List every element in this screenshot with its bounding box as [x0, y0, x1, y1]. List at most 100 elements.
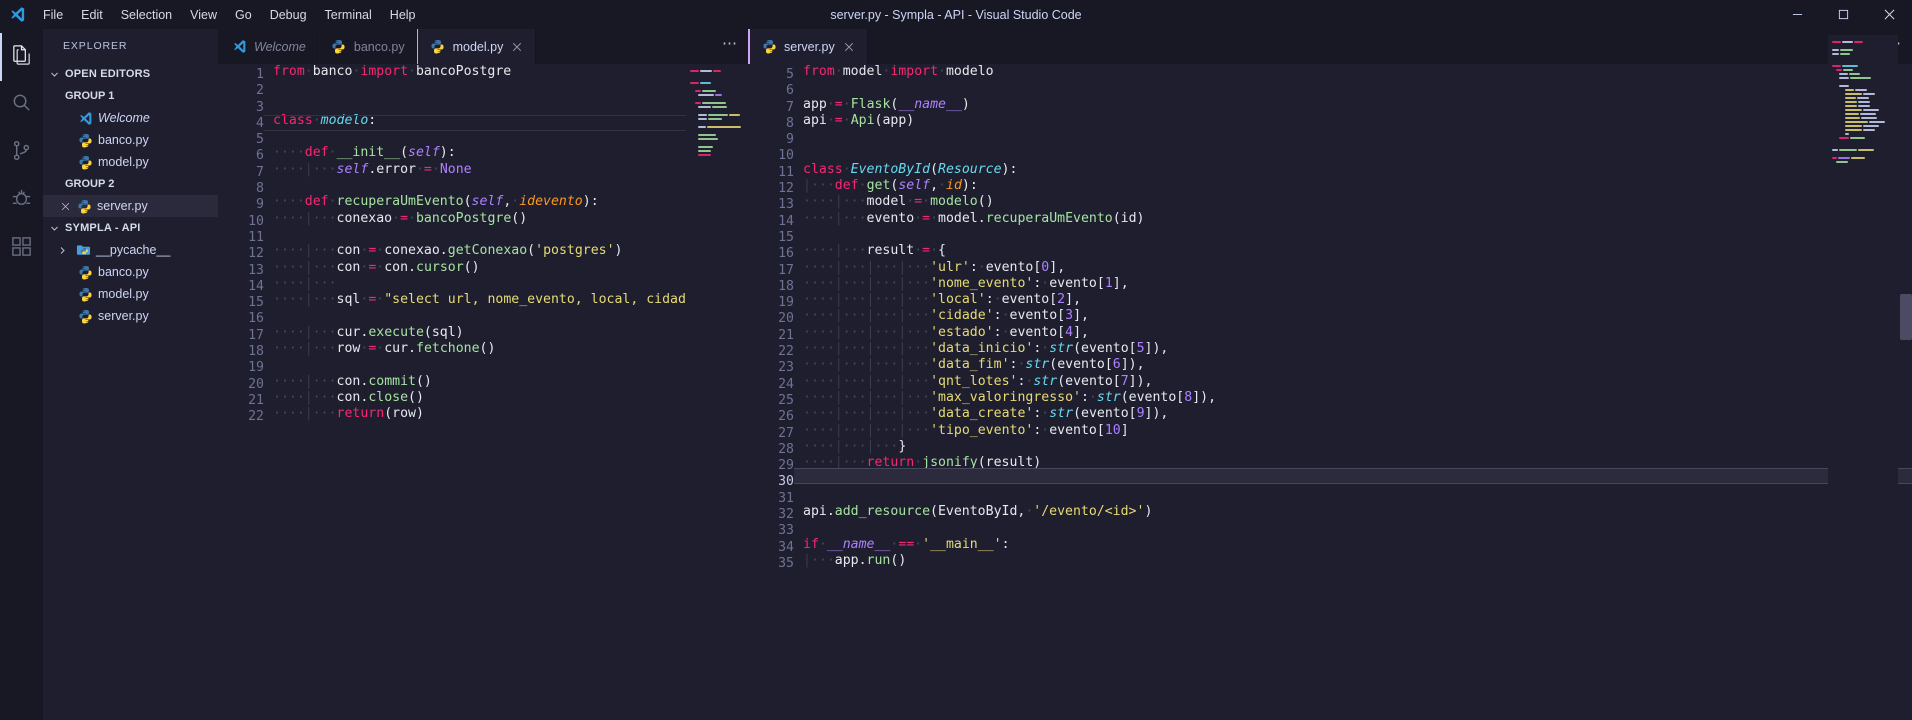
tab-model-py-label: model.py	[452, 39, 504, 54]
vscode-logo-icon	[231, 39, 247, 55]
code-line: |···app.run()	[803, 552, 907, 568]
activity-extensions[interactable]	[0, 225, 43, 273]
folder-pycache[interactable]: __pycache__	[43, 239, 218, 261]
menu-bar[interactable]: File Edit Selection View Go Debug Termin…	[34, 4, 425, 26]
code-line: ····|···	[273, 275, 337, 291]
activity-search[interactable]	[0, 81, 43, 129]
extensions-icon	[10, 235, 33, 263]
activity-explorer[interactable]	[0, 33, 43, 81]
activity-source-control[interactable]	[0, 129, 43, 177]
close-icon[interactable]	[842, 42, 856, 52]
code-line: ····|···cur.execute(sql)	[273, 324, 464, 340]
menu-view[interactable]: View	[181, 4, 226, 26]
editor-content-server-py[interactable]: 5 6 7 8 9 10 11 12 13 14 15 16 17 18 19 20 21 22 23 24 25 2…	[748, 64, 1912, 720]
tab-server-py-label: server.py	[784, 39, 835, 54]
code-line: ····|···|···|···'tipo_evento':·evento[10…	[803, 422, 1129, 438]
workbench-body: EXPLORER OPEN EDITORS GROUP 1 Welcome ba…	[0, 29, 1912, 720]
tab-actions-group-1[interactable]: ⋯	[722, 29, 748, 64]
close-icon[interactable]	[510, 42, 524, 52]
code-content-model-py[interactable]: from·banco·import·bancoPostgre class·mod…	[264, 64, 686, 720]
python-icon	[77, 154, 93, 170]
minimap-lines	[1832, 41, 1894, 165]
tab-welcome[interactable]: Welcome	[218, 29, 318, 64]
tab-bar-group-1: Welcome banco.py model.py ⋯	[218, 29, 748, 64]
code-line: ····|···|···|···'local':·evento[2],	[803, 292, 1082, 308]
menu-go[interactable]: Go	[226, 4, 261, 26]
editor-group-1: Welcome banco.py model.py ⋯ 1 2 3 4 5 6 …	[218, 29, 748, 720]
python-icon	[77, 264, 93, 280]
menu-debug[interactable]: Debug	[261, 4, 316, 26]
open-editor-model-py-label: model.py	[98, 155, 149, 169]
python-icon	[77, 308, 93, 324]
file-banco-py[interactable]: banco.py	[43, 261, 218, 283]
activity-bar[interactable]	[0, 29, 43, 720]
title-bar: File Edit Selection View Go Debug Termin…	[0, 0, 1912, 29]
folder-python-icon	[75, 242, 91, 258]
editor-content-model-py[interactable]: 12345678 9 10 11 12 13 14 15 16 17 18 19 20 21 22 fr…	[218, 64, 748, 720]
section-open-editors[interactable]: OPEN EDITORS	[43, 63, 218, 85]
python-icon	[76, 198, 92, 214]
line-numbers-group-1: 12345678 9 10 11 12 13 14 15 16 17 18 19 20 21 22	[248, 67, 264, 425]
menu-edit[interactable]: Edit	[72, 4, 112, 26]
python-icon	[77, 286, 93, 302]
code-line: from·model·import·modelo	[803, 64, 994, 79]
code-line: ····|···con·=·con.cursor()	[273, 259, 480, 275]
open-editor-server-py[interactable]: server.py	[43, 195, 218, 217]
close-icon[interactable]	[1866, 0, 1912, 29]
code-line: ····|···|···|···'data_inicio':·str(event…	[803, 341, 1169, 357]
python-icon	[430, 39, 446, 55]
code-line: api·=·Api(app)	[803, 112, 915, 128]
menu-terminal[interactable]: Terminal	[316, 4, 381, 26]
tab-banco-py[interactable]: banco.py	[317, 29, 417, 64]
minimize-icon[interactable]	[1774, 0, 1820, 29]
chevron-right-icon	[55, 246, 70, 255]
tab-bar-group-2: server.py ⋯	[748, 29, 1912, 64]
open-editor-banco-py[interactable]: banco.py	[43, 129, 218, 151]
python-icon	[761, 39, 777, 55]
chevron-down-icon	[47, 70, 62, 79]
tab-model-py[interactable]: model.py	[416, 29, 537, 64]
minimap-group-2[interactable]	[1828, 35, 1898, 720]
window-controls[interactable]	[1774, 0, 1912, 29]
open-editor-model-py[interactable]: model.py	[43, 151, 218, 173]
tab-server-py[interactable]: server.py	[748, 29, 868, 64]
source-control-icon	[10, 139, 33, 167]
editor-area: Welcome banco.py model.py ⋯ 1 2 3 4 5 6 …	[218, 29, 1912, 720]
code-line: ····|···model·=·modelo()	[803, 194, 994, 210]
vertical-scrollbar-group-1[interactable]	[736, 64, 748, 720]
menu-selection[interactable]: Selection	[112, 4, 181, 26]
code-line: ····|···|···|···'nome_evento':·evento[1]…	[803, 275, 1129, 291]
code-line: if·__name__·==·'__main__':	[803, 536, 1010, 552]
code-line: ····|···con.commit()	[273, 373, 432, 389]
menu-help[interactable]: Help	[381, 4, 425, 26]
activity-debug[interactable]	[0, 177, 43, 225]
code-line: ····def·recuperaUmEvento(self,·idevento)…	[273, 194, 599, 210]
vertical-scrollbar-group-2[interactable]	[1900, 64, 1912, 720]
section-sympla-api[interactable]: SYMPLA - API	[43, 217, 218, 239]
line-numbers-group-2: 5 6 7 8 9 10 11 12 13 14 15 16 17 18 19 20 21 22 23 24 25 2…	[778, 67, 794, 571]
code-line: ····|···|···|···'data_create':·str(event…	[803, 406, 1169, 422]
file-model-py[interactable]: model.py	[43, 283, 218, 305]
code-content-server-py[interactable]: from·model·import·modelo app·=·Flask(__n…	[794, 64, 1912, 720]
maximize-icon[interactable]	[1820, 0, 1866, 29]
open-editor-welcome[interactable]: Welcome	[43, 107, 218, 129]
chevron-down-icon	[47, 224, 62, 233]
code-line: ····|···|···|···'estado':·evento[4],	[803, 324, 1089, 340]
close-icon[interactable]	[59, 202, 71, 211]
file-server-py[interactable]: server.py	[43, 305, 218, 327]
ellipsis-icon[interactable]: ⋯	[722, 36, 738, 57]
code-line: ····|···|···|···'max_valoringresso':·str…	[803, 389, 1217, 405]
menu-file[interactable]: File	[34, 4, 72, 26]
python-icon	[77, 132, 93, 148]
code-line: api.add_resource(EventoById,·'/evento/<i…	[803, 504, 1153, 520]
files-icon	[10, 43, 33, 71]
